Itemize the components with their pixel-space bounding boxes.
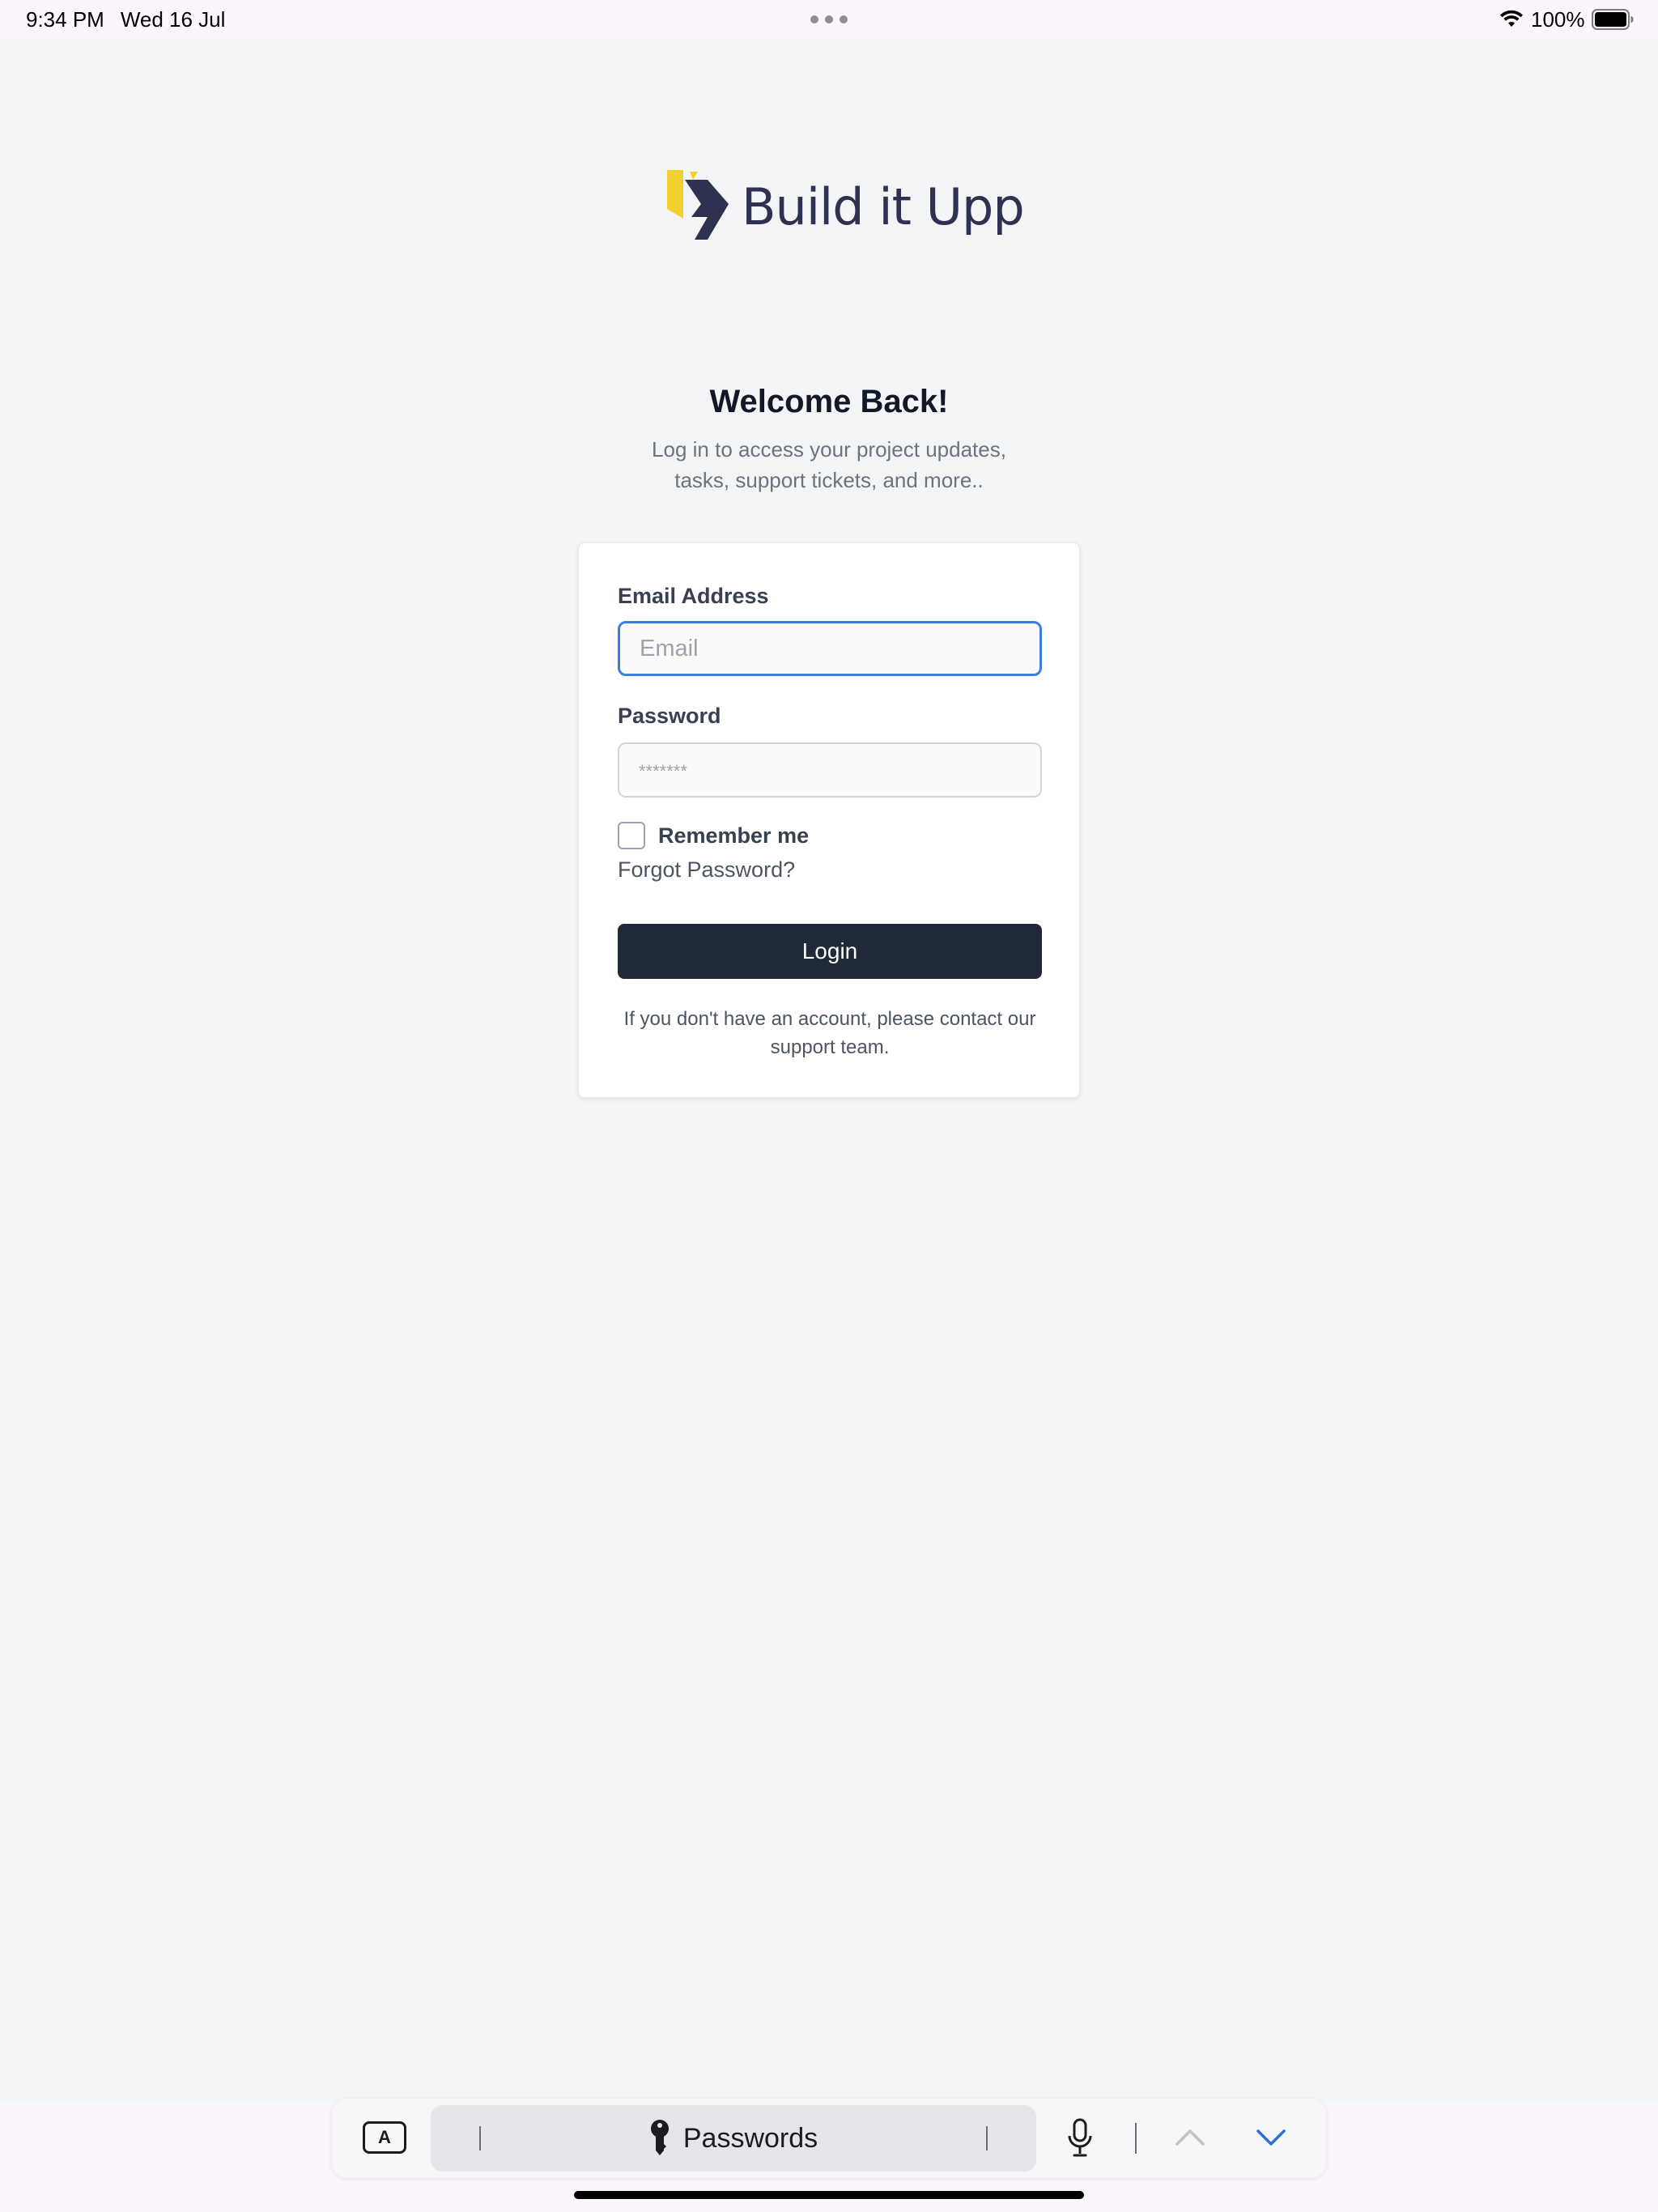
page-title: Welcome Back! <box>709 384 949 419</box>
password-field[interactable] <box>618 742 1042 798</box>
email-field[interactable] <box>618 621 1042 676</box>
passwords-label: Passwords <box>682 2122 818 2154</box>
password-label: Password <box>618 704 721 728</box>
multitasking-dots-icon[interactable] <box>810 15 848 23</box>
divider <box>1135 2123 1137 2154</box>
passwords-button[interactable]: Passwords <box>431 2105 1036 2172</box>
page-subtitle: Log in to access your project updates, t… <box>652 437 1006 492</box>
home-indicator[interactable] <box>574 2191 1084 2199</box>
chevron-down-icon[interactable] <box>1255 2125 1287 2149</box>
status-bar: 9:34 PM Wed 16 Jul 100% <box>0 0 1658 39</box>
status-time: 9:34 PM <box>26 7 104 32</box>
remember-me-row: Remember me <box>618 822 809 849</box>
login-card: Email Address Password Remember me Forgo… <box>578 542 1080 1098</box>
brand-logo: Build it Upp <box>665 166 1025 247</box>
remember-me-checkbox[interactable] <box>618 822 645 849</box>
keyboard-accessory-bar: A Passwords <box>332 2099 1326 2178</box>
page: 9:34 PM Wed 16 Jul 100% Build it Upp Welc… <box>0 0 1658 2212</box>
chevron-up-icon[interactable] <box>1174 2125 1206 2149</box>
passwords-content: Passwords <box>431 2105 1036 2172</box>
wifi-icon <box>1500 10 1523 27</box>
battery-percentage: 100% <box>1531 7 1585 32</box>
email-label: Email Address <box>618 584 769 608</box>
battery-icon <box>1592 9 1634 30</box>
key-icon <box>650 2120 669 2155</box>
brand-name: Build it Upp <box>742 177 1025 236</box>
text-format-icon[interactable]: A <box>363 2121 406 2154</box>
remember-me-label[interactable]: Remember me <box>658 823 809 849</box>
support-note: If you don't have an account, please con… <box>623 1008 1036 1058</box>
status-date: Wed 16 Jul <box>120 7 226 32</box>
forgot-password-link[interactable]: Forgot Password? <box>618 857 795 883</box>
status-time-date: 9:34 PM Wed 16 Jul <box>26 7 225 32</box>
mic-icon[interactable] <box>1067 2118 1093 2159</box>
login-button[interactable]: Login <box>618 924 1042 979</box>
logo-mark-icon <box>667 170 729 240</box>
